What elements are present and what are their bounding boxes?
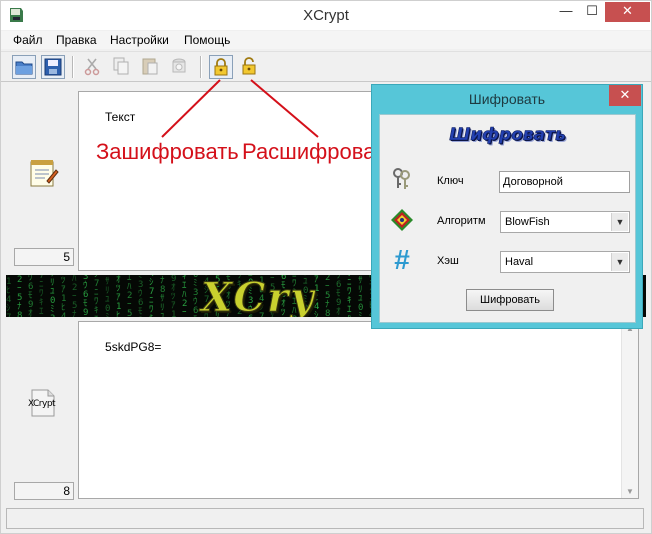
annotation-encrypt: Зашифровать [96, 139, 239, 164]
algorithm-icon [391, 209, 413, 231]
algorithm-label: Алгоритм [437, 215, 486, 227]
hash-select[interactable]: Haval ▼ [500, 251, 630, 273]
algorithm-value: BlowFish [505, 216, 550, 228]
hash-value: Haval [505, 256, 534, 268]
encrypt-submit-button[interactable]: Шифровать [466, 289, 554, 311]
key-label: Ключ [437, 175, 464, 187]
chevron-down-icon[interactable]: ▼ [611, 253, 628, 271]
dialog-heading: Шифровать [449, 125, 566, 146]
algorithm-select[interactable]: BlowFish ▼ [500, 211, 630, 233]
dialog-close-button[interactable]: ✕ [609, 85, 641, 106]
dialog-title[interactable]: Шифровать [372, 91, 642, 107]
encrypt-dialog: Шифровать ✕ Шифровать Ключ Договорной Ал… [371, 84, 643, 329]
hash-icon: # [394, 244, 410, 275]
encrypt-pointer-line [161, 79, 221, 138]
decrypt-pointer-line [250, 79, 319, 138]
key-input[interactable]: Договорной [499, 171, 630, 193]
dialog-body: Шифровать Ключ Договорной Алгоритм BlowF… [379, 114, 636, 323]
hash-label: Хэш [437, 255, 459, 267]
chevron-down-icon[interactable]: ▼ [611, 213, 628, 231]
keys-icon [393, 168, 410, 189]
